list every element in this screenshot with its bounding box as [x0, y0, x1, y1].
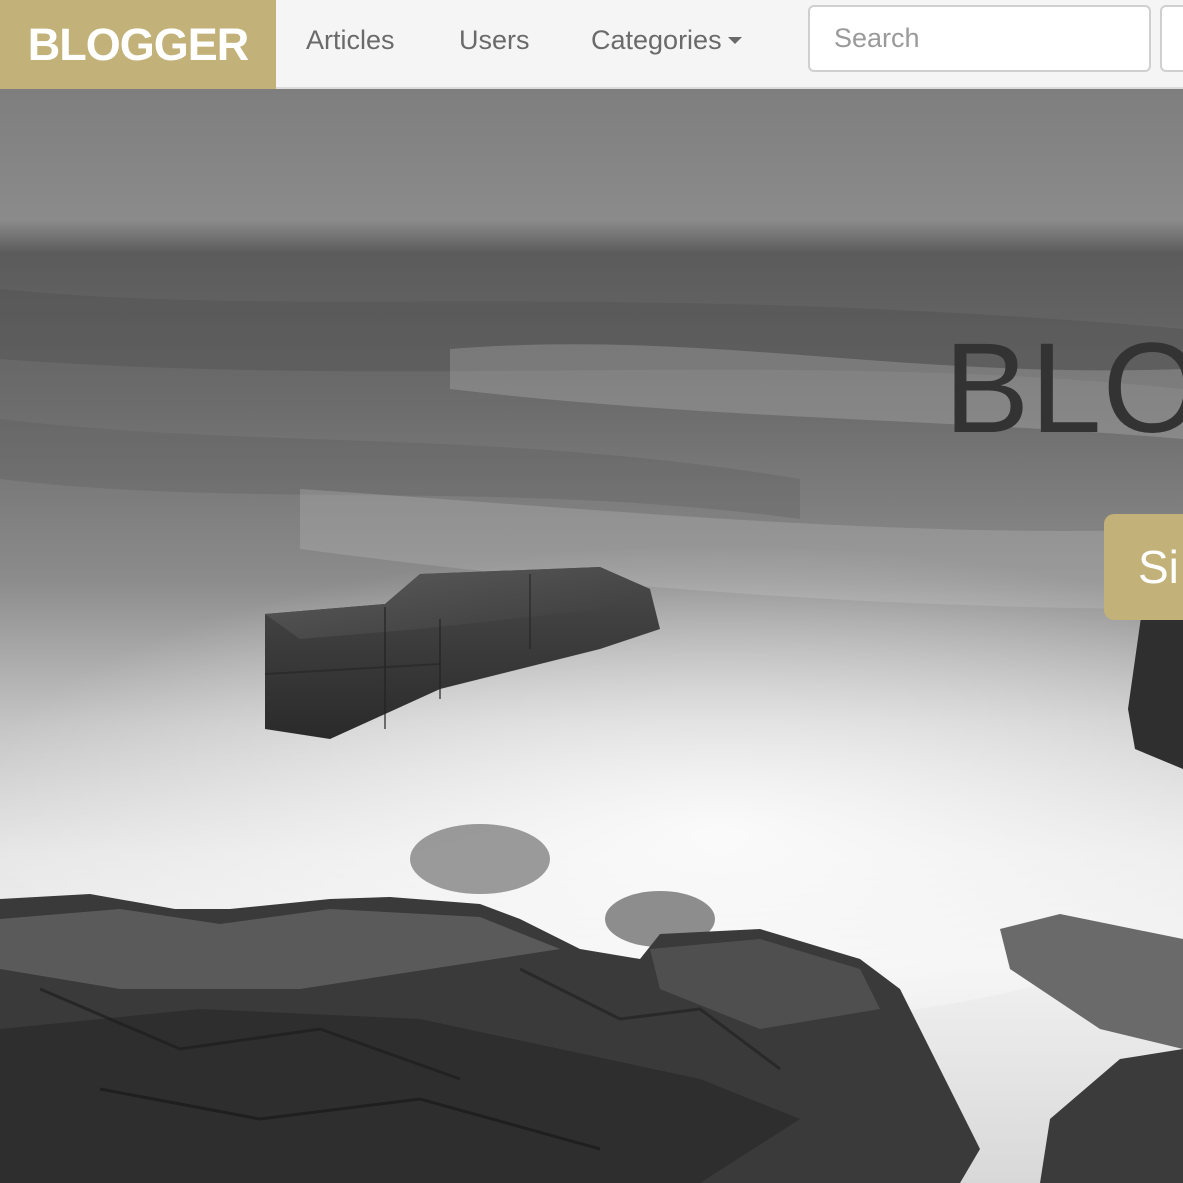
nav-item-label: Categories — [591, 25, 722, 55]
navbar: BLOGGER Articles Users Categories — [0, 0, 1183, 89]
hero-title: BLO — [944, 317, 1183, 460]
nav-item-articles[interactable]: Articles — [306, 0, 395, 89]
nav-item-categories-dropdown[interactable]: Categories — [591, 0, 742, 89]
nav-item-label: Articles — [306, 25, 395, 55]
search-input[interactable] — [808, 5, 1151, 72]
nav-item-users[interactable]: Users — [459, 0, 530, 89]
caret-down-icon — [727, 37, 742, 45]
nav-item-label: Users — [459, 25, 530, 55]
search-button[interactable] — [1160, 5, 1183, 72]
signup-button[interactable]: Si — [1104, 514, 1183, 620]
page: BLOGGER Articles Users Categories Search… — [0, 0, 1183, 1183]
brand-logo[interactable]: BLOGGER — [0, 0, 276, 89]
hero-section: BLO Si — [0, 89, 1183, 1183]
hero-background-image — [0, 89, 1183, 1183]
